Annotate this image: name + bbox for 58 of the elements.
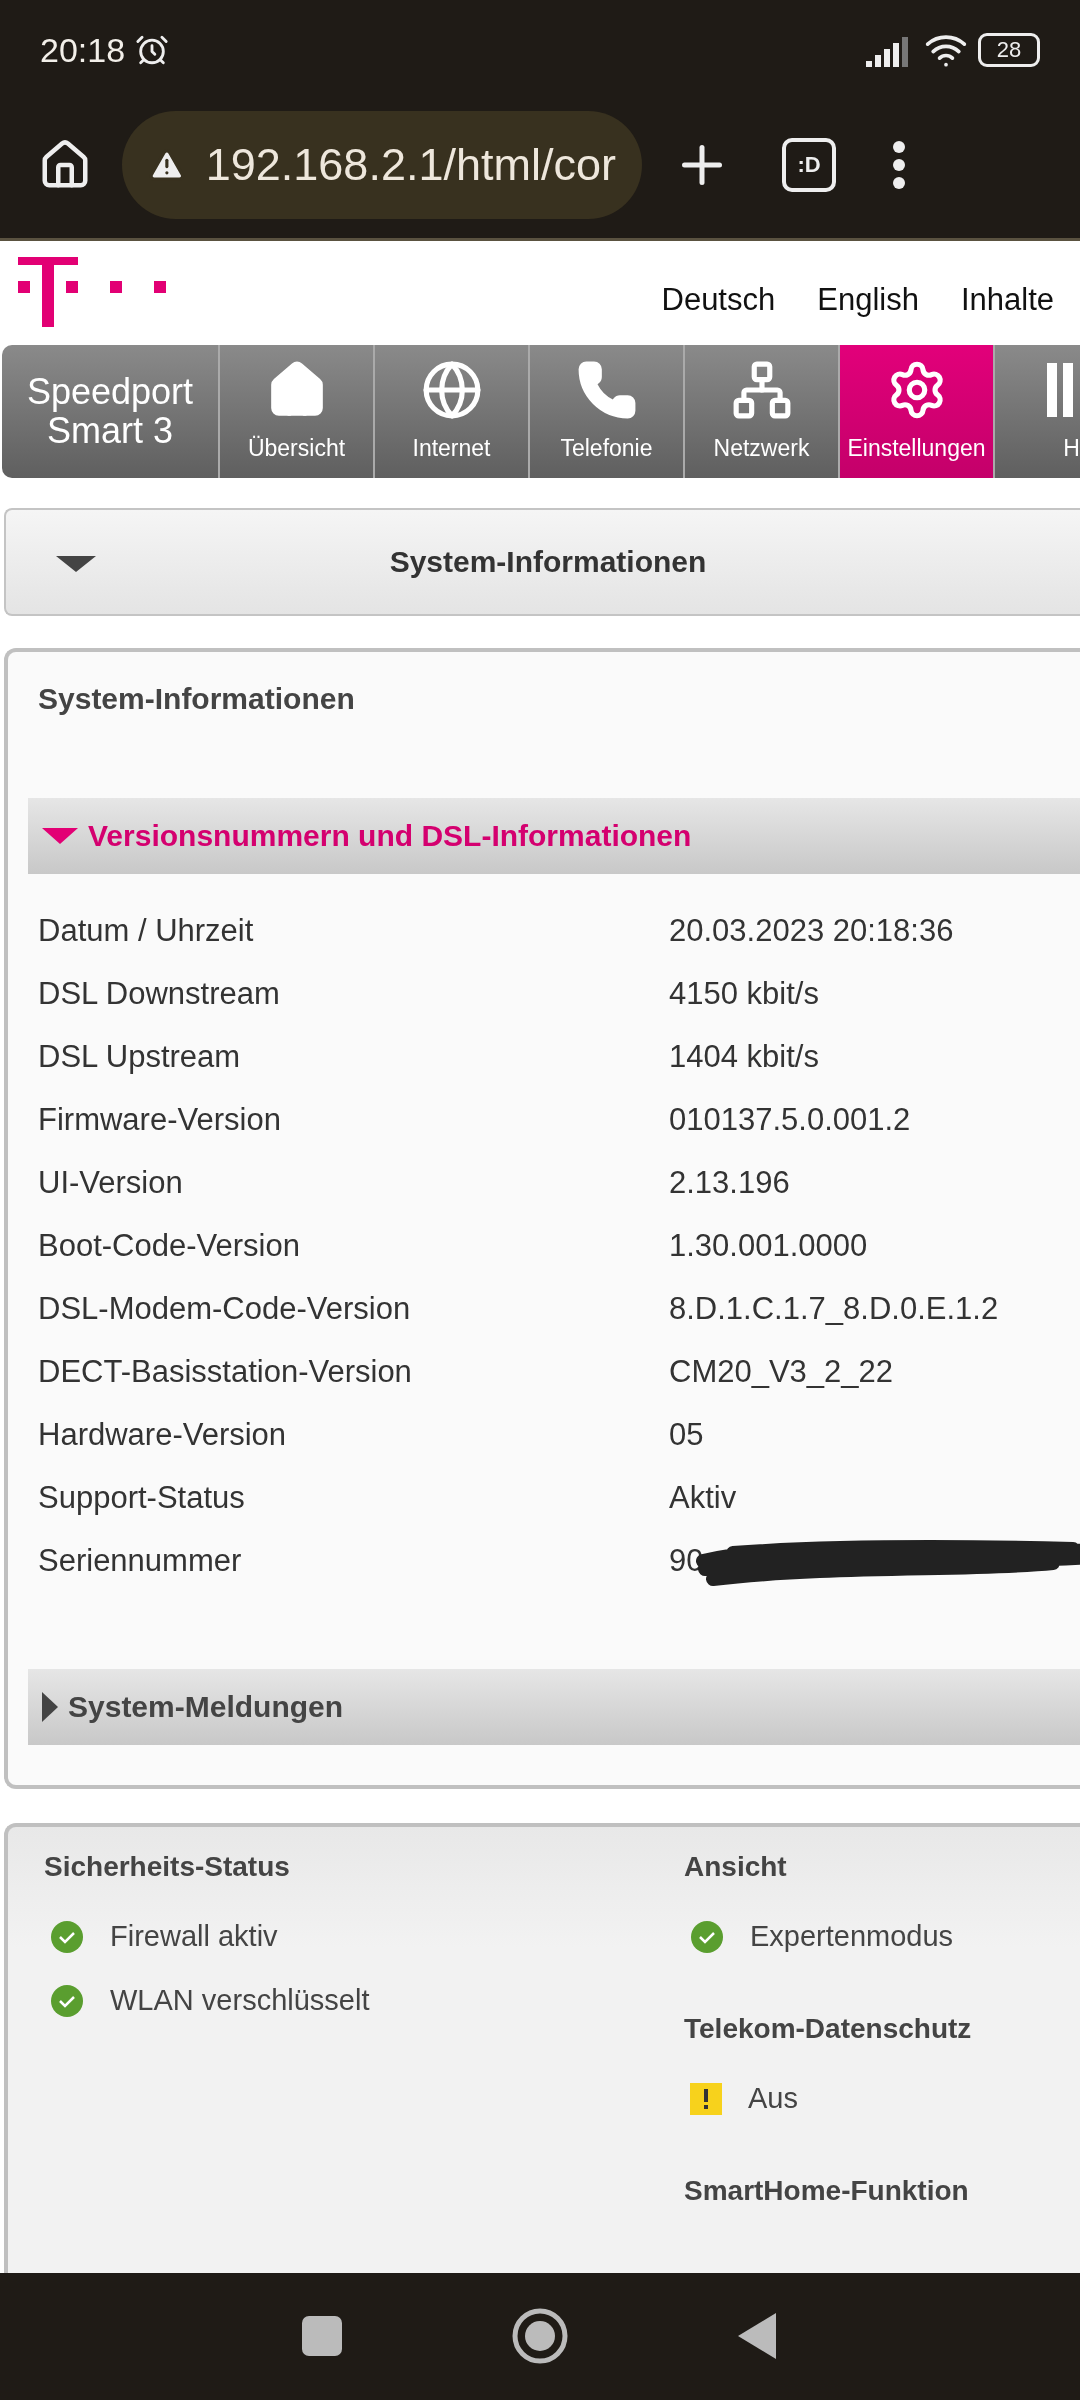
row-value: 1404 kbit/s <box>669 1039 819 1076</box>
row-value: 20.03.2023 20:18:36 <box>669 913 954 950</box>
group-header[interactable]: System-Meldungen <box>28 1668 1080 1745</box>
check-icon <box>50 1919 84 1954</box>
clock-time: 20:18 <box>40 30 126 70</box>
brand-title: Speedport Smart 3 <box>2 344 220 478</box>
group-header[interactable]: Versionsnummern und DSL-Informationen <box>28 797 1080 874</box>
row-value: 8.D.1.C.1.7_8.D.0.E.1.2 <box>669 1291 999 1328</box>
row-value: Aktiv <box>669 1480 737 1517</box>
section-header[interactable]: System-Informationen <box>4 507 1080 616</box>
row-value: 2.13.196 <box>669 1165 790 1202</box>
row-label: Seriennummer <box>38 1543 243 1580</box>
home-button[interactable] <box>512 2308 568 2365</box>
status-text: Firewall aktiv <box>110 1920 278 1954</box>
status-heading: Telekom-Datenschutz <box>684 2012 973 2045</box>
language-link[interactable]: English <box>817 281 919 318</box>
nav-tab[interactable]: Telefonie <box>530 344 685 478</box>
row-label: Support-Status <box>38 1480 246 1517</box>
row-label: DSL Downstream <box>38 976 281 1013</box>
warning-icon <box>690 2082 722 2115</box>
status-text: Expertenmodus <box>750 1920 954 1954</box>
row-value: 010137.5.0.001.2 <box>669 1102 911 1139</box>
row-label: DECT-Basisstation-Version <box>38 1354 413 1391</box>
back-button[interactable] <box>738 2313 778 2360</box>
language-link[interactable]: Inhalte <box>960 281 1054 318</box>
battery-level: 28 <box>978 33 1040 67</box>
row-label: Boot-Code-Version <box>38 1228 301 1265</box>
address-bar[interactable]: 192.168.2.1/html/cor <box>122 111 642 219</box>
recent-apps-button[interactable] <box>302 2316 342 2357</box>
row-label: Firmware-Version <box>38 1102 282 1139</box>
row-label: DSL Upstream <box>38 1039 242 1076</box>
card-title: System-Informationen <box>37 681 356 717</box>
status-heading: Ansicht <box>684 1850 788 1883</box>
alarm-icon <box>135 33 170 67</box>
nav-tab[interactable]: H <box>995 344 1080 478</box>
tabs-button[interactable]: :D <box>782 138 836 192</box>
row-label: Datum / Uhrzeit <box>38 913 255 950</box>
status-heading: Sicherheits-Status <box>44 1850 291 1883</box>
nav-tab[interactable]: Übersicht <box>220 344 375 478</box>
row-label: UI-Version <box>38 1165 184 1202</box>
row-value: CM20_V3_2_22 <box>669 1354 894 1391</box>
row-value: 4150 kbit/s <box>669 976 819 1013</box>
row-label: DSL-Modem-Code-Version <box>38 1291 412 1328</box>
logo-icon <box>18 256 168 329</box>
check-icon <box>50 1983 84 2018</box>
menu-icon[interactable] <box>892 140 906 190</box>
caret-icon <box>42 1691 58 1722</box>
nav-tab[interactable]: Internet <box>375 344 530 478</box>
check-icon <box>690 1919 724 1954</box>
status-heading: SmartHome-Funktion <box>684 2174 970 2207</box>
row-value: 05 <box>669 1417 704 1454</box>
caret-icon <box>42 827 78 844</box>
status-text: Aus <box>748 2082 798 2116</box>
nav-tab[interactable]: Einstellungen <box>840 344 995 478</box>
status-text: WLAN verschlüsselt <box>110 1984 370 2018</box>
row-label: Hardware-Version <box>38 1417 288 1454</box>
language-link[interactable]: Deutsch <box>661 281 776 318</box>
row-value: 1.30.001.0000 <box>669 1228 868 1265</box>
